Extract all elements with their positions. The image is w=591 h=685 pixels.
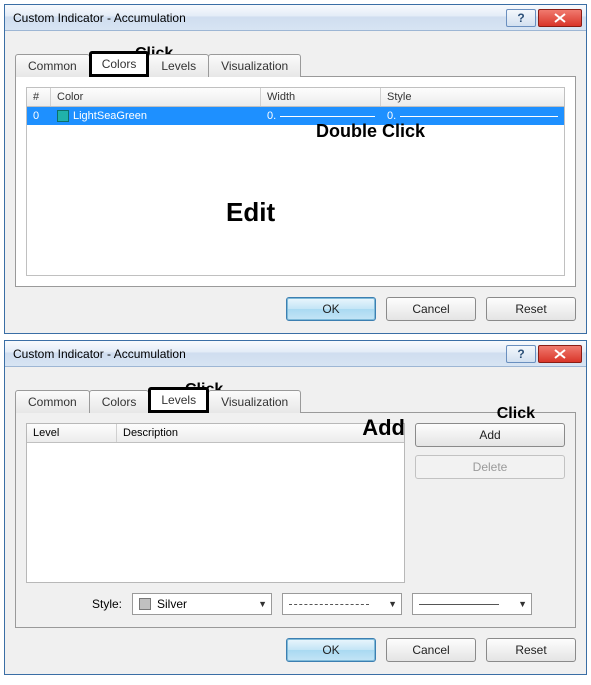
chevron-down-icon: ▼	[252, 599, 267, 609]
tab-common[interactable]: Common	[15, 54, 90, 77]
cell-style-val: 0.	[387, 110, 396, 122]
dialog-colors: Custom Indicator - Accumulation ? Click …	[4, 4, 587, 334]
levels-panel: Add Level Description Click Add Delete	[15, 412, 576, 628]
table-row[interactable]: 0 LightSeaGreen 0. 0.	[27, 107, 564, 125]
client-area: Click Common Colors Levels Visualization…	[5, 367, 586, 674]
tab-visualization[interactable]: Visualization	[208, 54, 301, 77]
dash-preview-icon	[289, 604, 369, 605]
tab-levels[interactable]: Levels	[148, 387, 209, 413]
cancel-button[interactable]: Cancel	[386, 638, 476, 662]
colors-panel: # Color Width Style 0 LightSeaGreen 0.	[15, 76, 576, 287]
style-color-combo[interactable]: Silver ▼	[132, 593, 272, 615]
cancel-button[interactable]: Cancel	[386, 297, 476, 321]
style-width-combo[interactable]: ▼	[412, 593, 532, 615]
chevron-down-icon: ▼	[512, 599, 527, 609]
style-color-value: Silver	[157, 597, 187, 611]
style-preview-icon	[400, 116, 558, 117]
tab-visualization[interactable]: Visualization	[208, 390, 301, 413]
dialog-buttons: OK Cancel Reset	[15, 628, 576, 664]
help-button[interactable]: ?	[506, 345, 536, 363]
cell-color-name: LightSeaGreen	[73, 110, 147, 122]
close-icon	[554, 13, 566, 23]
close-icon	[554, 349, 566, 359]
reset-button[interactable]: Reset	[486, 638, 576, 662]
add-button[interactable]: Add	[415, 423, 565, 447]
col-style[interactable]: Style	[381, 88, 564, 106]
tab-levels[interactable]: Levels	[148, 54, 209, 77]
tab-colors[interactable]: Colors	[89, 51, 150, 77]
levels-header: Level Description	[27, 424, 404, 443]
close-button[interactable]	[538, 345, 582, 363]
ok-button[interactable]: OK	[286, 638, 376, 662]
col-width[interactable]: Width	[261, 88, 381, 106]
cell-width[interactable]: 0.	[261, 108, 381, 124]
chevron-down-icon: ▼	[382, 599, 397, 609]
solid-preview-icon	[419, 604, 499, 605]
cell-width-val: 0.	[267, 110, 276, 122]
dialog-levels: Custom Indicator - Accumulation ? Click …	[4, 340, 587, 675]
table-empty-area	[27, 125, 564, 275]
tab-common[interactable]: Common	[15, 390, 90, 413]
col-description[interactable]: Description	[117, 424, 404, 442]
close-button[interactable]	[538, 9, 582, 27]
col-level[interactable]: Level	[27, 424, 117, 442]
silver-swatch-icon	[139, 598, 151, 610]
cell-style[interactable]: 0.	[381, 108, 564, 124]
style-row: Style: Silver ▼ ▼ ▼	[26, 583, 565, 617]
col-color[interactable]: Color	[51, 88, 261, 106]
reset-button[interactable]: Reset	[486, 297, 576, 321]
width-preview-icon	[280, 116, 375, 117]
window-title: Custom Indicator - Accumulation	[13, 347, 504, 361]
cell-index[interactable]: 0	[27, 108, 51, 124]
ok-button[interactable]: OK	[286, 297, 376, 321]
levels-list[interactable]: Level Description	[26, 423, 405, 583]
dialog-buttons: OK Cancel Reset	[15, 287, 576, 323]
tabs: Common Colors Levels Visualization	[15, 51, 576, 77]
style-label: Style:	[32, 597, 122, 611]
colors-table: # Color Width Style 0 LightSeaGreen 0.	[26, 87, 565, 276]
tab-colors[interactable]: Colors	[89, 390, 150, 413]
help-button[interactable]: ?	[506, 9, 536, 27]
delete-button: Delete	[415, 455, 565, 479]
style-dash-combo[interactable]: ▼	[282, 593, 402, 615]
client-area: Click Common Colors Levels Visualization…	[5, 31, 586, 333]
titlebar[interactable]: Custom Indicator - Accumulation ?	[5, 341, 586, 367]
cell-color[interactable]: LightSeaGreen	[51, 108, 261, 124]
table-header: # Color Width Style	[27, 88, 564, 107]
window-title: Custom Indicator - Accumulation	[13, 11, 504, 25]
color-swatch-icon	[57, 110, 69, 122]
col-index[interactable]: #	[27, 88, 51, 106]
tabs: Common Colors Levels Visualization	[15, 387, 576, 413]
titlebar[interactable]: Custom Indicator - Accumulation ?	[5, 5, 586, 31]
